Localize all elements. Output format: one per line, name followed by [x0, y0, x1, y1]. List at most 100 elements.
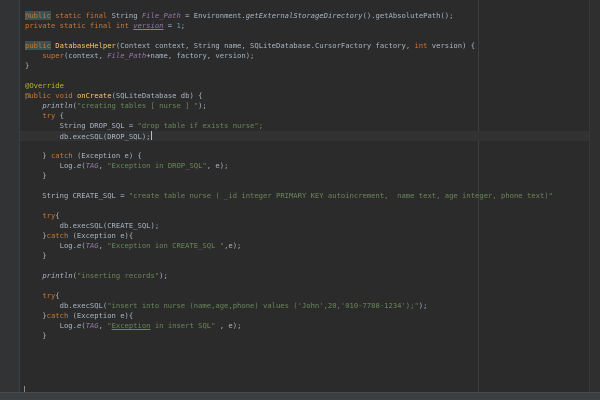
code-token: ,e);: [224, 241, 242, 250]
code-token: +name, factory, version);: [146, 51, 255, 60]
code-token: {: [55, 291, 60, 300]
code-token: public: [25, 41, 51, 50]
code-line[interactable]: super(context, File_Path+name, factory, …: [25, 51, 553, 61]
code-line[interactable]: [25, 351, 553, 361]
code-token: version) {: [431, 41, 476, 50]
code-line[interactable]: }: [25, 331, 553, 341]
code-token: "insert into nurse (name,age,phone) valu…: [107, 301, 419, 310]
code-line[interactable]: public DatabaseHelper(Context context, S…: [25, 41, 553, 51]
code-token: version: [133, 21, 164, 30]
code-token: catch: [46, 231, 73, 240]
code-line[interactable]: [25, 181, 553, 191]
code-line[interactable]: println("inserting records");: [25, 271, 553, 281]
code-line[interactable]: [25, 201, 553, 211]
vertical-scrollbar[interactable]: [589, 0, 600, 392]
code-token: catch: [50, 151, 77, 160]
code-token: (SQLiteDatabase db) {: [111, 91, 203, 100]
code-line[interactable]: String DROP_SQL = "drop table if exists …: [25, 121, 553, 131]
code-line[interactable]: db.execSQL(CREATE_SQL);: [25, 221, 553, 231]
code-line[interactable]: }: [25, 171, 553, 181]
code-token: getExternalStorageDirectory: [245, 11, 363, 20]
code-line[interactable]: } catch (Exception e) {: [25, 151, 553, 161]
code-token: try: [42, 211, 56, 220]
code-line[interactable]: private static final int version = 1;: [25, 21, 553, 31]
code-token: {: [55, 211, 60, 220]
code-line[interactable]: Log.e(TAG, "Exception ion CREATE_SQL ",e…: [25, 241, 553, 251]
code-token: try: [42, 291, 56, 300]
code-line[interactable]: println("creating tables [ nurse ] ");: [25, 101, 553, 111]
code-line[interactable]: @Override: [25, 81, 553, 91]
code-line[interactable]: [25, 371, 553, 381]
code-line[interactable]: Log.e(TAG, "Exception in DROP_SQL", e);: [25, 161, 553, 171]
code-line[interactable]: public static final String File_Path = E…: [25, 11, 553, 21]
code-token: "Exception in DROP_SQL": [107, 161, 207, 170]
code-token: }: [25, 331, 47, 340]
code-token: );: [418, 301, 428, 310]
code-token: TAG: [85, 241, 99, 250]
code-token: }: [25, 61, 30, 70]
code-line[interactable]: [25, 341, 553, 351]
code-token: File_Path: [141, 11, 181, 20]
code-token: static final: [50, 11, 112, 20]
code-token: int: [414, 41, 432, 50]
code-token: (Context context, String name, SQLiteDat…: [115, 41, 415, 50]
code-line[interactable]: db.execSQL("insert into nurse (name,age,…: [25, 301, 553, 311]
code-token: );: [198, 101, 207, 110]
code-token: =: [163, 21, 177, 30]
code-token: (Exception e){: [72, 231, 134, 240]
code-token: TAG: [85, 161, 99, 170]
code-token: }: [25, 311, 47, 320]
code-token: }: [25, 231, 47, 240]
code-token: String: [111, 11, 142, 20]
code-token: String CREATE_SQL =: [25, 191, 129, 200]
code-line[interactable]: try{: [25, 291, 553, 301]
fold-marker-icon[interactable]: [25, 93, 30, 98]
code-token: in insert SQL": [150, 321, 216, 330]
code-line[interactable]: public void onCreate(SQLiteDatabase db) …: [25, 91, 553, 101]
code-line[interactable]: try {: [25, 111, 553, 121]
code-token: Exception: [111, 321, 151, 330]
code-line[interactable]: [25, 31, 553, 41]
editor-gutter[interactable]: [0, 0, 20, 400]
code-editor[interactable]: public static final String File_Path = E…: [0, 0, 600, 400]
code-line[interactable]: [25, 281, 553, 291]
code-line[interactable]: }: [25, 251, 553, 261]
code-token: );: [159, 271, 168, 280]
code-line[interactable]: [25, 261, 553, 271]
code-line[interactable]: [25, 141, 553, 151]
code-token: db.execSQL(: [25, 301, 108, 310]
code-text[interactable]: public static final String File_Path = E…: [25, 11, 553, 391]
code-token: File_Path: [107, 51, 147, 60]
code-line[interactable]: }: [25, 61, 553, 71]
code-token: ,: [98, 161, 108, 170]
code-token: db.execSQL(DROP_SQL);: [25, 132, 151, 141]
code-line[interactable]: }catch (Exception e){: [25, 311, 553, 321]
code-token: = Environment.: [180, 11, 246, 20]
code-line[interactable]: try{: [25, 211, 553, 221]
code-token: db.execSQL(CREATE_SQL);: [25, 221, 160, 230]
code-line[interactable]: Log.e(TAG, "Exception in insert SQL" , e…: [25, 321, 553, 331]
fold-marker-icon[interactable]: [25, 13, 30, 18]
code-token: "inserting records": [76, 271, 160, 280]
code-token: ;: [258, 121, 264, 130]
code-line[interactable]: [25, 71, 553, 81]
code-token: try: [42, 111, 60, 120]
code-token: Log.: [25, 161, 77, 170]
code-token: ,: [98, 241, 108, 250]
code-token: }: [25, 151, 51, 160]
code-token: "drop table if exists nurse": [137, 121, 259, 130]
code-token: ;: [180, 21, 186, 30]
code-line[interactable]: db.execSQL(DROP_SQL);: [25, 131, 553, 141]
code-line[interactable]: }catch (Exception e){: [25, 231, 553, 241]
code-token: Log.: [25, 321, 77, 330]
code-line[interactable]: String CREATE_SQL = "create table nurse …: [25, 191, 553, 201]
code-line[interactable]: [25, 381, 553, 391]
code-token: onCreate: [76, 91, 112, 100]
code-token: public void: [25, 91, 77, 100]
code-token: @Override: [25, 81, 64, 90]
code-line[interactable]: [25, 361, 553, 371]
